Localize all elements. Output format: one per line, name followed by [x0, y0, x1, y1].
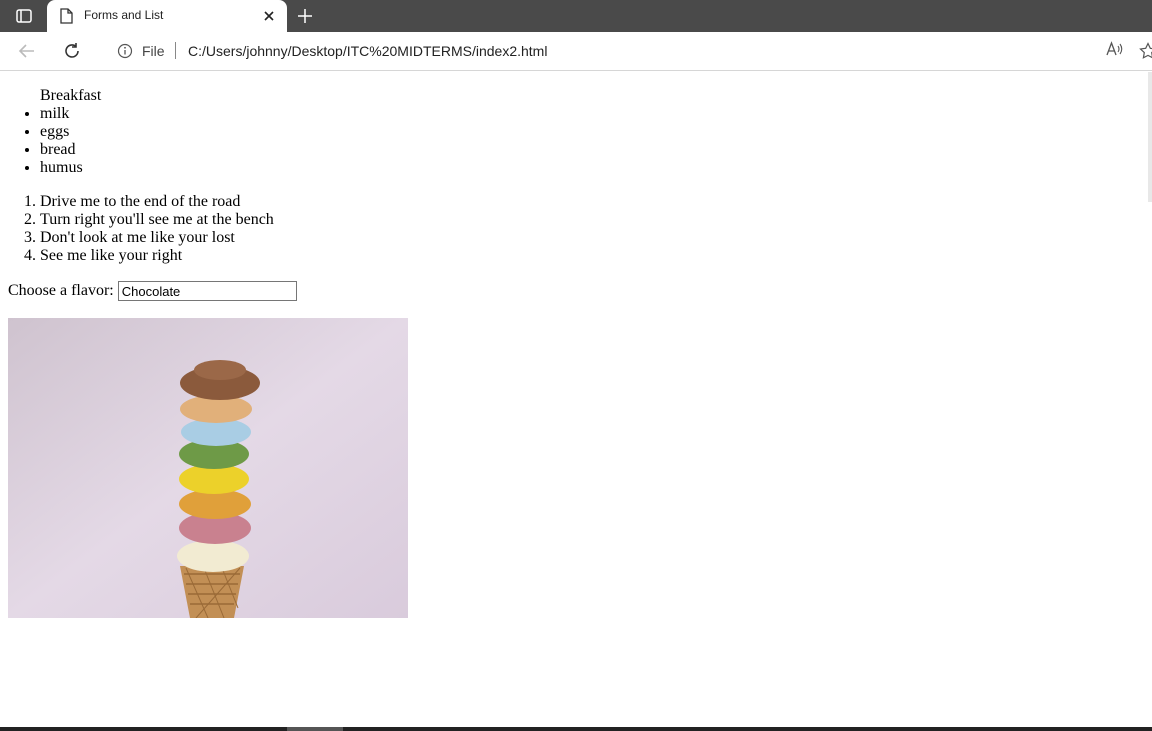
ice-cream-image: [8, 318, 408, 619]
favorite-star-icon[interactable]: [1139, 42, 1152, 60]
list-item: milk: [40, 105, 1152, 123]
list-item: See me like your right: [40, 247, 1152, 265]
tab-title: Forms and List: [84, 8, 164, 22]
taskbar-edge: [0, 727, 1152, 731]
page-icon: [59, 8, 73, 29]
list-item: bread: [40, 141, 1152, 159]
tab-strip: Forms and List: [0, 0, 1152, 32]
back-arrow-icon[interactable]: [17, 41, 37, 61]
flavor-input[interactable]: [117, 281, 297, 301]
read-aloud-icon[interactable]: [1105, 41, 1127, 61]
list-heading: Breakfast: [40, 87, 102, 104]
page-content: Breakfast milk eggs bread humus Drive me…: [0, 71, 1152, 727]
url-text[interactable]: C:/Users/johnny/Desktop/ITC%20MIDTERMS/i…: [188, 43, 547, 59]
list-item: Don't look at me like your lost: [40, 229, 1152, 247]
browser-toolbar: File C:/Users/johnny/Desktop/ITC%20MIDTE…: [0, 32, 1152, 71]
close-tab-icon[interactable]: [261, 8, 277, 24]
directions-list: Drive me to the end of the road Turn rig…: [0, 193, 1152, 265]
flavor-label: Choose a flavor:: [8, 282, 114, 299]
scrollbar-edge[interactable]: [1148, 72, 1152, 202]
list-item: Turn right you'll see me at the bench: [40, 211, 1152, 229]
list-item: eggs: [40, 123, 1152, 141]
list-item: Drive me to the end of the road: [40, 193, 1152, 211]
address-bar[interactable]: File C:/Users/johnny/Desktop/ITC%20MIDTE…: [103, 36, 1152, 66]
new-tab-icon[interactable]: [295, 6, 315, 26]
address-divider: [175, 42, 176, 59]
flavor-form: Choose a flavor:: [8, 281, 297, 301]
info-icon[interactable]: [117, 43, 133, 64]
tab-actions-icon[interactable]: [10, 6, 38, 26]
site-info-label[interactable]: File: [142, 43, 165, 59]
refresh-icon[interactable]: [62, 41, 82, 61]
list-item: humus: [40, 159, 1152, 177]
breakfast-list: Breakfast milk eggs bread humus: [0, 87, 1152, 177]
browser-tab[interactable]: Forms and List: [47, 0, 287, 32]
